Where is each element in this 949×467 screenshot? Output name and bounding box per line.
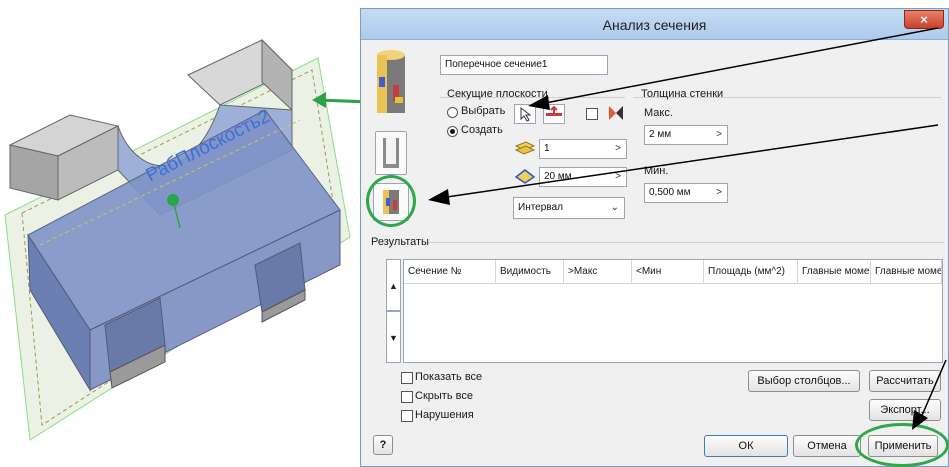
callout-arrow-to-select [539, 27, 939, 105]
callout-arrow-to-tool [439, 124, 939, 199]
callout-arrows [428, 27, 947, 430]
callout-arrowhead-apply [912, 410, 928, 430]
callout-arrowhead-select [528, 95, 550, 110]
callout-arrow-to-apply [919, 359, 947, 421]
callout-arrowhead-tool [428, 189, 450, 205]
